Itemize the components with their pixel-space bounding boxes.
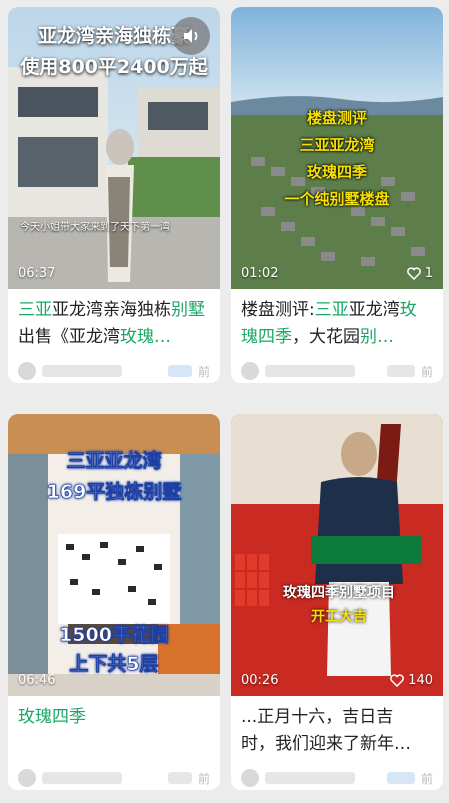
overlay-line-2: 三亚亚龙湾 — [299, 136, 375, 154]
overlay-title-line-2: 使用800平2400万起 — [20, 56, 208, 78]
card-meta: 前 — [8, 758, 220, 790]
badge-blurred — [167, 365, 192, 377]
post-time: 前 — [420, 364, 433, 379]
video-thumbnail-2[interactable]: 楼盘测评 三亚亚龙湾 玫瑰四季 一个纯别墅楼盘 01:02 1 — [231, 7, 443, 289]
badge-blurred — [386, 365, 415, 377]
author-info[interactable] — [241, 769, 355, 787]
avatar[interactable] — [18, 769, 36, 787]
card-meta: 前 — [8, 351, 220, 383]
video-thumbnail-3[interactable]: 三亚亚龙湾 169平独栋别墅 1500平花园 上下共5层 06:46 — [8, 414, 220, 696]
video-card-3[interactable]: 三亚亚龙湾 169平独栋别墅 1500平花园 上下共5层 06:46 玫瑰四季 … — [8, 414, 220, 790]
post-time: 前 — [420, 771, 433, 786]
volume-button[interactable] — [172, 17, 210, 55]
overlay-line-3: 玫瑰四季 — [306, 163, 367, 181]
badge-blurred — [167, 772, 192, 784]
video-card-4[interactable]: 玫瑰四季别墅项目 开工大吉 00:26 140 ...正月十六，吉日吉 时，我们… — [231, 414, 443, 790]
overlay-line-1: 三亚亚龙湾 — [66, 450, 162, 473]
title-keyword: 玫瑰四季 — [18, 707, 86, 727]
event-banner: 玫瑰四季别墅项目 开工大吉 — [283, 582, 395, 626]
author-name-blurred — [265, 365, 355, 377]
title-line-2: 时，我们迎来了新年… — [241, 734, 411, 754]
banner-yellow-text: 开工大吉 — [311, 609, 367, 625]
card-meta: 前 — [231, 758, 443, 790]
video-feed-grid: 亚龙湾亲海独栋豪 使用800平2400万起 今天小姐带大家来到了天下第一湾 06… — [0, 0, 449, 803]
overlay-bottom-line-2: 上下共5层 — [69, 653, 159, 676]
heart-icon — [406, 267, 421, 280]
like-count[interactable]: 1 — [406, 266, 433, 281]
heart-icon — [390, 674, 405, 687]
thumbnail-art-ceremony — [231, 414, 443, 696]
title-keyword: 别墅 — [171, 300, 205, 320]
title-text: 楼盘测评: — [241, 300, 315, 320]
overlay-line-4: 一个纯别墅楼盘 — [284, 190, 390, 208]
avatar[interactable] — [241, 362, 259, 380]
video-card-1[interactable]: 亚龙湾亲海独栋豪 使用800平2400万起 今天小姐带大家来到了天下第一湾 06… — [8, 7, 220, 383]
overlay-line-1: 楼盘测评 — [306, 109, 367, 127]
author-name-blurred — [42, 365, 122, 377]
title-keyword: 玫瑰… — [120, 327, 171, 347]
title-text: ，大花园 — [292, 327, 360, 347]
overlay-line-2: 169平独栋别墅 — [46, 481, 182, 504]
title-text: 出售《亚龙湾 — [18, 327, 120, 347]
title-text: 亚龙湾亲海独栋 — [52, 300, 171, 320]
post-time: 前 — [197, 771, 210, 786]
avatar[interactable] — [241, 769, 259, 787]
author-info[interactable] — [241, 362, 355, 380]
post-time: 前 — [197, 364, 210, 379]
video-duration: 01:02 — [241, 266, 279, 281]
speaker-icon — [184, 29, 198, 43]
author-info[interactable] — [18, 769, 122, 787]
video-duration: 00:26 — [241, 673, 279, 688]
overlay-bottom-line-1: 1500平花园 — [59, 624, 169, 647]
video-thumbnail-4[interactable]: 玫瑰四季别墅项目 开工大吉 00:26 140 — [231, 414, 443, 696]
title-text: 亚龙湾 — [348, 300, 400, 320]
video-card-2[interactable]: 楼盘测评 三亚亚龙湾 玫瑰四季 一个纯别墅楼盘 01:02 1 楼盘测评:三亚亚… — [231, 7, 443, 383]
badge-blurred — [386, 772, 415, 784]
author-info[interactable] — [18, 362, 122, 380]
video-thumbnail-1[interactable]: 亚龙湾亲海独栋豪 使用800平2400万起 今天小姐带大家来到了天下第一湾 06… — [8, 7, 220, 289]
author-name-blurred — [265, 772, 355, 784]
card-meta: 前 — [231, 351, 443, 383]
video-subtitle: 今天小姐带大家来到了天下第一湾 — [20, 222, 170, 233]
like-count-value: 140 — [408, 673, 433, 688]
title-keyword: 别… — [360, 327, 394, 347]
title-keyword: 三亚 — [18, 300, 52, 320]
video-title[interactable]: 楼盘测评:三亚亚龙湾玫瑰四季，大花园别… — [231, 289, 443, 351]
title-keyword: 三亚 — [314, 300, 349, 320]
video-title[interactable]: ...正月十六，吉日吉 时，我们迎来了新年… — [231, 696, 443, 758]
like-count[interactable]: 140 — [390, 673, 433, 688]
video-title[interactable]: 玫瑰四季 — [8, 696, 220, 758]
banner-red-text: 玫瑰四季别墅项目 — [283, 585, 395, 601]
avatar[interactable] — [18, 362, 36, 380]
title-line-1: ...正月十六，吉日吉 — [241, 707, 394, 727]
video-duration: 06:46 — [18, 673, 56, 688]
video-title[interactable]: 三亚亚龙湾亲海独栋别墅出售《亚龙湾玫瑰… — [8, 289, 220, 351]
author-name-blurred — [42, 772, 122, 784]
like-count-value: 1 — [424, 266, 433, 281]
video-duration: 06:37 — [18, 266, 56, 281]
